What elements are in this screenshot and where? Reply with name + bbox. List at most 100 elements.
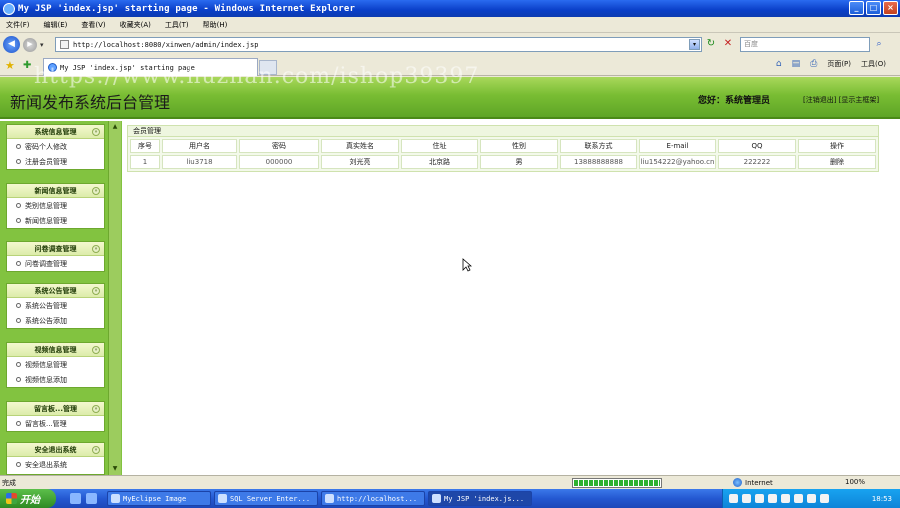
ie-task-icon: [325, 494, 334, 503]
delete-link[interactable]: 删除: [798, 155, 876, 169]
stop-icon[interactable]: ✕: [721, 38, 735, 51]
collapse-icon[interactable]: »: [92, 128, 100, 136]
forward-icon[interactable]: ▶: [23, 37, 37, 52]
tools-menu[interactable]: 工具(O): [861, 59, 886, 69]
sidebar-item-change-password[interactable]: 密码个人修改: [7, 139, 104, 154]
start-label: 开始: [20, 495, 40, 506]
tray-icon[interactable]: [768, 494, 777, 503]
collapse-icon[interactable]: »: [92, 287, 100, 295]
start-button[interactable]: 开始: [0, 489, 56, 508]
refresh-icon[interactable]: ↻: [704, 38, 718, 51]
minimize-button[interactable]: _: [849, 1, 864, 15]
cell-username: liu3718: [162, 155, 237, 169]
task-localhost[interactable]: http://localhost...: [321, 491, 425, 506]
sidebar-item-notice-manage[interactable]: 系统公告管理: [7, 298, 104, 313]
ie-icon: [3, 2, 15, 15]
show-desktop-icon[interactable]: [70, 493, 81, 504]
back-icon[interactable]: ◀: [3, 36, 20, 53]
sidebar-item-logout[interactable]: 安全退出系统: [7, 457, 104, 472]
sidebar-item-notice-add[interactable]: 系统公告添加: [7, 313, 104, 328]
tray-icon[interactable]: [807, 494, 816, 503]
print-icon[interactable]: ⎙: [810, 59, 817, 69]
maximize-button[interactable]: □: [866, 1, 881, 15]
search-input[interactable]: 百度: [740, 37, 870, 52]
col-username: 用户名: [162, 139, 237, 153]
menu-group-header[interactable]: 系统信息管理 »: [7, 125, 104, 139]
task-myeclipse[interactable]: MyEclipse Image: [107, 491, 211, 506]
menu-edit[interactable]: 编辑(E): [44, 20, 68, 30]
col-password: 密码: [239, 139, 319, 153]
task-label: http://localhost...: [337, 494, 418, 503]
address-row: ◀ ▶ ▾ http://localhost:8080/xinwen/admin…: [0, 33, 900, 56]
menu-group-header[interactable]: 安全退出系统 »: [7, 443, 104, 457]
menu-group-header[interactable]: 系统公告管理 »: [7, 284, 104, 298]
col-email: E-mail: [639, 139, 716, 153]
col-address: 住址: [401, 139, 478, 153]
collapse-icon[interactable]: »: [92, 446, 100, 454]
watermark: https://www.huzhan.com/ishop39397: [34, 64, 480, 89]
header-links[interactable]: [注销退出] [显示主框架]: [803, 95, 879, 105]
window-title: My JSP 'index.jsp' starting page - Windo…: [18, 3, 356, 14]
ie-task-icon: [432, 494, 441, 503]
ie-quicklaunch-icon[interactable]: [86, 493, 97, 504]
web-page: https://www.huzhan.com/ishop39397 新闻发布系统…: [0, 64, 900, 475]
tray-icon[interactable]: [820, 494, 829, 503]
sidebar-item-news-manage[interactable]: 新闻信息管理: [7, 213, 104, 228]
tray-icon[interactable]: [729, 494, 738, 503]
menu-file[interactable]: 文件(F): [6, 20, 30, 30]
menu-group-system: 系统信息管理 » 密码个人修改 注册会员管理: [6, 124, 105, 170]
menu-group-header[interactable]: 留言板...管理 »: [7, 402, 104, 416]
sidebar-toggle-strip[interactable]: ▲ ▼: [108, 121, 121, 475]
sidebar-item-member-manage[interactable]: 注册会员管理: [7, 154, 104, 169]
collapse-icon[interactable]: »: [92, 245, 100, 253]
task-jsp-page[interactable]: My JSP 'index.js...: [428, 491, 532, 506]
progress-fill: [574, 480, 660, 486]
zoom-level[interactable]: 100%: [845, 478, 865, 486]
tray-icon[interactable]: [742, 494, 751, 503]
menu-group-header[interactable]: 视频信息管理 »: [7, 343, 104, 357]
menu-help[interactable]: 帮助(H): [203, 20, 228, 30]
menu-group-header[interactable]: 问卷调查管理 »: [7, 242, 104, 256]
page-menu[interactable]: 页面(P): [827, 59, 851, 69]
scroll-down-icon[interactable]: ▼: [110, 465, 120, 473]
clock: 18:53: [871, 494, 892, 503]
menu-favorites[interactable]: 收藏夹(A): [120, 20, 151, 30]
menu-group-header[interactable]: 新闻信息管理 »: [7, 184, 104, 198]
menu-group-news: 新闻信息管理 » 类别信息管理 新闻信息管理: [6, 183, 105, 229]
tray-icon[interactable]: [755, 494, 764, 503]
collapse-icon[interactable]: »: [92, 346, 100, 354]
sidebar-item-survey-manage[interactable]: 问卷调查管理: [7, 256, 104, 271]
panel-title: 会员管理: [127, 125, 879, 137]
menu-tools[interactable]: 工具(T): [165, 20, 189, 30]
favorites-star-icon[interactable]: ★: [5, 59, 17, 72]
address-bar[interactable]: http://localhost:8080/xinwen/admin/index…: [55, 37, 702, 52]
address-url[interactable]: http://localhost:8080/xinwen/admin/index…: [73, 41, 258, 49]
sidebar-item-category-manage[interactable]: 类别信息管理: [7, 198, 104, 213]
page-icon: [60, 40, 69, 49]
cell-password: 000000: [239, 155, 319, 169]
scroll-up-icon[interactable]: ▲: [110, 123, 120, 131]
command-bar: ⌂ ▤ ⎙ 页面(P) 工具(O): [776, 59, 886, 69]
collapse-icon[interactable]: »: [92, 405, 100, 413]
sidebar-item-video-manage[interactable]: 视频信息管理: [7, 357, 104, 372]
home-icon[interactable]: ⌂: [776, 59, 782, 69]
sidebar: 系统信息管理 » 密码个人修改 注册会员管理 新闻信息管理 » 类别信息管理 新…: [0, 121, 122, 475]
task-sqlserver[interactable]: SQL Server Enter...: [214, 491, 318, 506]
tray-icon[interactable]: [794, 494, 803, 503]
menu-view[interactable]: 查看(V): [81, 20, 105, 30]
quick-launch: [70, 493, 97, 504]
security-zone[interactable]: Internet: [733, 478, 773, 487]
sqlserver-icon: [218, 494, 227, 503]
close-button[interactable]: ×: [883, 1, 898, 15]
tray-icon[interactable]: [781, 494, 790, 503]
cell-gender: 男: [480, 155, 558, 169]
sidebar-item-video-add[interactable]: 视频信息添加: [7, 372, 104, 387]
feeds-icon[interactable]: ▤: [792, 59, 801, 69]
search-icon[interactable]: ⌕: [872, 38, 886, 51]
col-index: 序号: [130, 139, 160, 153]
collapse-icon[interactable]: »: [92, 187, 100, 195]
address-dropdown-icon[interactable]: ▾: [689, 39, 700, 50]
sidebar-item-guestbook-manage[interactable]: 留言板...管理: [7, 416, 104, 431]
history-dropdown-icon[interactable]: ▾: [40, 41, 44, 49]
menu-group-title: 系统公告管理: [34, 287, 77, 295]
